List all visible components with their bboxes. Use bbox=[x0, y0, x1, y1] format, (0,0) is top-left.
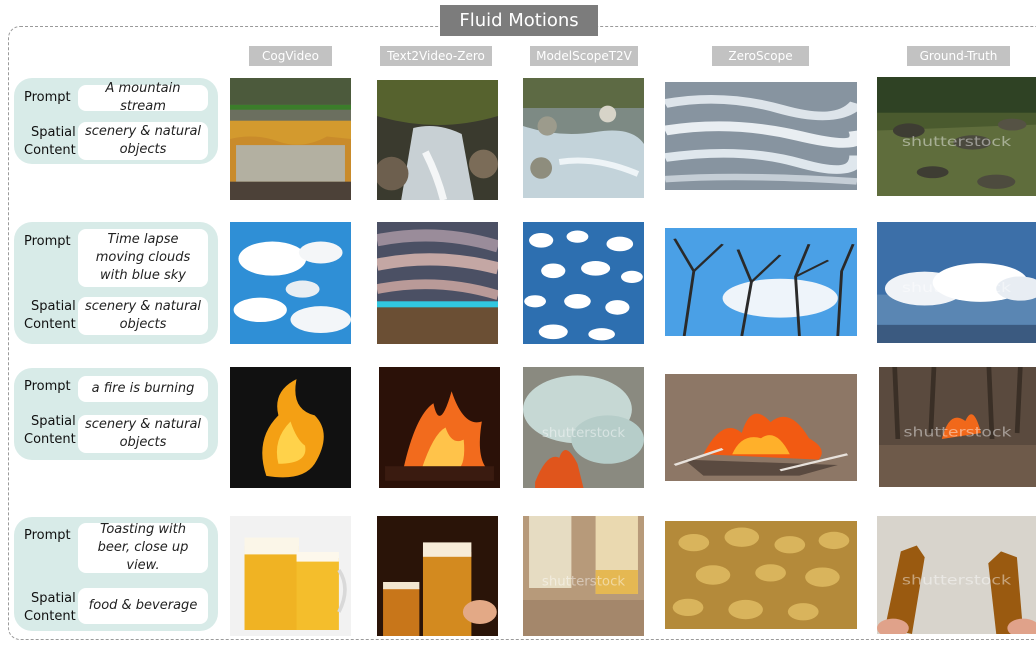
video-frame-cogvideo-row-4 bbox=[230, 516, 351, 636]
video-frame-ground-truth-row-1: shutterstock bbox=[877, 77, 1036, 196]
spatial-label: Spatial bbox=[31, 414, 76, 429]
column-header-text2video-zero: Text2Video-Zero bbox=[380, 46, 492, 66]
prompt-label: Prompt bbox=[24, 234, 71, 249]
prompt-label: Prompt bbox=[24, 379, 71, 394]
svg-text:shutterstock: shutterstock bbox=[904, 425, 1012, 440]
svg-text:shutterstock: shutterstock bbox=[902, 134, 1011, 149]
video-frame-modelscopet2v-row-4: shutterstock bbox=[523, 516, 644, 636]
video-frame-ground-truth-row-2: shutterstock bbox=[877, 222, 1036, 343]
content-label: Content bbox=[24, 317, 76, 332]
prompt-card-row-3: Prompt a fire is burning Spatial Content… bbox=[14, 368, 218, 460]
prompt-label: Prompt bbox=[24, 90, 71, 105]
content-label: Content bbox=[24, 432, 76, 447]
column-header-cogvideo: CogVideo bbox=[249, 46, 332, 66]
prompt-text: a fire is burning bbox=[78, 376, 208, 402]
video-frame-modelscopet2v-row-3: shutterstock bbox=[523, 367, 644, 488]
prompt-label: Prompt bbox=[24, 528, 71, 543]
video-frame-zeroscope-row-4 bbox=[665, 521, 857, 629]
prompt-text: A mountain stream bbox=[78, 81, 208, 114]
video-frame-cogvideo-row-2 bbox=[230, 222, 351, 344]
spatial-label: Spatial bbox=[31, 591, 76, 606]
content-label: Content bbox=[24, 609, 76, 624]
figure-title: Fluid Motions bbox=[440, 5, 598, 36]
video-frame-text2video-zero-row-4 bbox=[377, 516, 498, 636]
spatial-content-text: food & beverage bbox=[78, 588, 208, 624]
spatial-label: Spatial bbox=[31, 125, 76, 140]
column-header-ground-truth: Ground-Truth bbox=[907, 46, 1010, 66]
video-frame-ground-truth-row-3: shutterstock bbox=[879, 367, 1036, 487]
prompt-card-row-4: Prompt Toasting with beer, close up view… bbox=[14, 517, 218, 631]
column-header-zeroscope: ZeroScope bbox=[712, 46, 809, 66]
svg-text:shutterstock: shutterstock bbox=[902, 280, 1011, 295]
spatial-label: Spatial bbox=[31, 299, 76, 314]
video-frame-text2video-zero-row-3 bbox=[379, 367, 500, 488]
svg-text:shutterstock: shutterstock bbox=[542, 426, 625, 441]
video-frame-modelscopet2v-row-2 bbox=[523, 222, 644, 344]
spatial-content-text: scenery & natural objects bbox=[78, 122, 208, 160]
video-frame-zeroscope-row-3 bbox=[665, 374, 857, 481]
video-frame-text2video-zero-row-1 bbox=[377, 80, 498, 200]
prompt-card-row-1: Prompt A mountain stream Spatial Content… bbox=[14, 78, 218, 164]
prompt-text: Toasting with beer, close up view. bbox=[78, 522, 208, 573]
video-frame-text2video-zero-row-2 bbox=[377, 222, 498, 344]
video-frame-zeroscope-row-2 bbox=[665, 228, 857, 336]
svg-text:shutterstock: shutterstock bbox=[542, 575, 626, 590]
spatial-content-text: scenery & natural objects bbox=[78, 297, 208, 335]
svg-text:shutterstock: shutterstock bbox=[902, 573, 1011, 588]
video-frame-modelscopet2v-row-1 bbox=[523, 78, 644, 198]
content-label: Content bbox=[24, 143, 76, 158]
prompt-text: Time lapse moving clouds with blue sky bbox=[78, 229, 208, 287]
video-frame-cogvideo-row-3 bbox=[230, 367, 351, 488]
prompt-card-row-2: Prompt Time lapse moving clouds with blu… bbox=[14, 222, 218, 344]
video-frame-zeroscope-row-1 bbox=[665, 82, 857, 190]
video-frame-cogvideo-row-1 bbox=[230, 78, 351, 200]
spatial-content-text: scenery & natural objects bbox=[78, 415, 208, 453]
video-frame-ground-truth-row-4: shutterstock bbox=[877, 516, 1036, 634]
column-header-modelscopet2v: ModelScopeT2V bbox=[530, 46, 638, 66]
